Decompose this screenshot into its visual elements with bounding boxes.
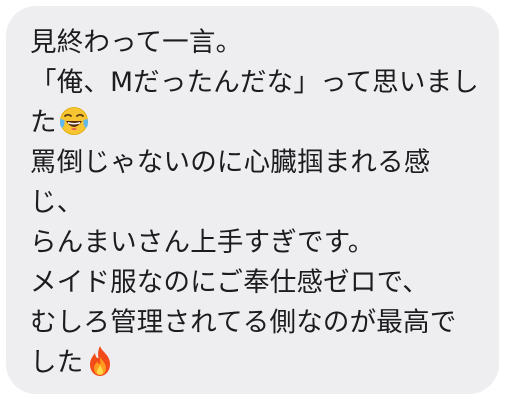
message-line-5: じ、 xyxy=(30,187,84,218)
message-line-7: メイド服なのにご奉仕感ゼロで、 xyxy=(30,267,429,298)
message-line-6: らんまいさん上手すぎです。 xyxy=(30,227,375,258)
message-bubble: 見終わって一言。 「俺、Mだったんだな」って思いまし た 罵倒じゃないのに心臓掴… xyxy=(6,6,499,394)
message-line-3-text: た xyxy=(30,107,57,138)
message-line-9-text: した xyxy=(30,347,84,378)
fire-icon xyxy=(85,345,115,377)
message-line-2: 「俺、Mだったんだな」って思いまし xyxy=(30,67,479,98)
message-line-1: 見終わって一言。 xyxy=(30,27,243,58)
message-line-9: した xyxy=(30,343,485,383)
message-line-4: 罵倒じゃないのに心臓掴まれる感 xyxy=(30,147,431,178)
message-line-8: むしろ管理されてる側なのが最高で xyxy=(30,307,457,338)
message-line-3: た xyxy=(30,103,485,143)
laughing-with-tears-icon xyxy=(58,105,90,137)
